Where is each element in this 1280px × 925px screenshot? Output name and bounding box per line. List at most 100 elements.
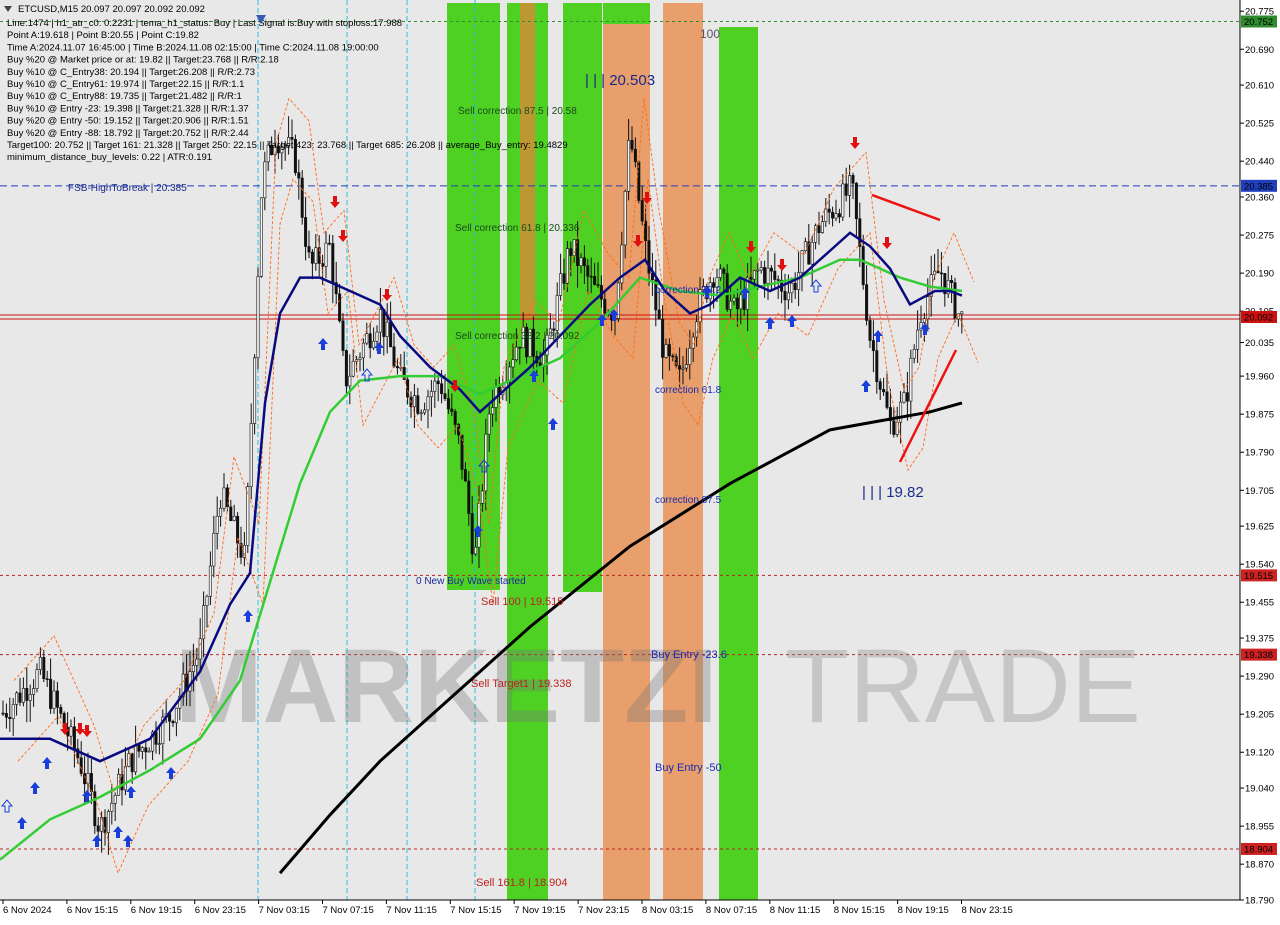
price-tick-label: 19.455 xyxy=(1245,598,1274,609)
candle-body xyxy=(331,243,335,283)
candle-body xyxy=(8,716,12,719)
candle-body xyxy=(865,284,869,321)
info-line-5: Buy %10 @ C_Entry61: 19.974 || Target:22… xyxy=(7,79,244,90)
candle-body xyxy=(38,657,42,670)
buy-entry-236-label: Buy Entry -23.6 xyxy=(651,649,727,661)
candle-body xyxy=(123,766,127,791)
candle-body xyxy=(232,515,236,521)
info-line-3: Buy %20 @ Market price or at: 19.82 || T… xyxy=(7,55,279,66)
candle-body xyxy=(749,277,753,280)
candle-body xyxy=(157,743,161,745)
price-tick-label: 19.960 xyxy=(1245,372,1274,383)
candle-body xyxy=(110,803,114,812)
candle-body xyxy=(171,720,175,724)
candle-body xyxy=(72,726,76,750)
candle-body xyxy=(837,213,841,218)
sell-100-label: Sell 100 | 19.515 xyxy=(481,596,563,608)
price-tick-label: 19.540 xyxy=(1245,560,1274,571)
candle-body xyxy=(664,344,668,358)
price-tick-label: 19.040 xyxy=(1245,784,1274,795)
candle-body xyxy=(310,251,314,264)
candle-body xyxy=(555,295,559,331)
candle-body xyxy=(729,300,733,310)
candle-body xyxy=(480,490,484,504)
candle-body xyxy=(841,183,845,218)
candle-body xyxy=(28,694,32,701)
price-tick-label: 18.790 xyxy=(1245,896,1274,907)
candle-body xyxy=(514,346,518,360)
candle-body xyxy=(440,383,444,394)
price-tick-label: 19.120 xyxy=(1245,748,1274,759)
candle-body xyxy=(688,347,692,365)
candle-body xyxy=(858,218,862,247)
candle-body xyxy=(875,350,879,382)
candle-body xyxy=(35,669,39,689)
candle-body xyxy=(212,532,216,567)
time-tick-label: 6 Nov 15:15 xyxy=(67,905,118,916)
candle-body xyxy=(623,191,627,246)
sell-corr-875-label: Sell correction 87.5 | 20.58 xyxy=(458,106,577,117)
candle-body xyxy=(361,342,365,359)
price-tick-label: 20.440 xyxy=(1245,157,1274,168)
watermark-left: MARKETZI xyxy=(175,628,717,745)
time-tick-label: 8 Nov 03:15 xyxy=(642,905,693,916)
candle-body xyxy=(42,657,46,679)
candle-body xyxy=(55,690,59,708)
price-tag-label: 20.385 xyxy=(1244,181,1273,192)
candle-body xyxy=(667,344,671,357)
candle-body xyxy=(395,366,399,369)
price-tag-label: 19.338 xyxy=(1244,650,1273,661)
candle-body xyxy=(820,221,824,234)
time-tick-label: 7 Nov 23:15 xyxy=(578,905,629,916)
candle-body xyxy=(419,412,423,415)
candle-body xyxy=(518,346,522,349)
price-tick-label: 19.705 xyxy=(1245,486,1274,497)
zone-6 xyxy=(719,27,758,900)
candle-body xyxy=(249,423,253,487)
candle-body xyxy=(834,213,838,219)
candle-body xyxy=(378,309,382,333)
price-tick-label: 19.290 xyxy=(1245,672,1274,683)
candle-body xyxy=(569,248,573,256)
candle-body xyxy=(718,268,722,278)
candle-body xyxy=(916,329,920,350)
price-tick-label: 20.525 xyxy=(1245,119,1274,130)
candle-body xyxy=(253,357,257,424)
candle-body xyxy=(681,367,685,370)
candle-body xyxy=(314,247,318,264)
candle-body xyxy=(147,750,151,753)
candle-body xyxy=(786,292,790,301)
candle-body xyxy=(776,279,780,281)
candle-body xyxy=(25,688,29,701)
time-tick-label: 7 Nov 07:15 xyxy=(323,905,374,916)
price-tick-label: 19.790 xyxy=(1245,448,1274,459)
sell-corr-382-label: Sell correction 38.2 | 20.092 xyxy=(455,331,580,342)
candle-body xyxy=(559,273,563,296)
candle-body xyxy=(960,311,964,314)
time-tick-label: 7 Nov 19:15 xyxy=(514,905,565,916)
candle-body xyxy=(844,183,848,196)
price-tag-label: 20.092 xyxy=(1244,313,1273,324)
info-line-1: Point A:19.618 | Point B:20.55 | Point C… xyxy=(7,30,199,41)
candle-body xyxy=(365,333,369,344)
candle-body xyxy=(300,177,304,218)
candle-body xyxy=(657,309,661,320)
candle-body xyxy=(256,276,260,359)
candle-body xyxy=(810,241,814,265)
price-chart[interactable]: MARKETZI TRADE FSB-HighToBreak | 20.385 … xyxy=(0,0,1280,920)
new-wave-label: 0 New Buy Wave started xyxy=(416,576,526,587)
candle-body xyxy=(589,275,593,278)
candle-body xyxy=(644,220,648,241)
candle-body xyxy=(429,391,433,398)
time-tick-label: 8 Nov 23:15 xyxy=(962,905,1013,916)
candle-body xyxy=(297,172,301,179)
candle-body xyxy=(348,375,352,387)
candle-body xyxy=(198,638,202,660)
symbol-line: ETCUSD,M15 20.097 20.097 20.092 20.092 xyxy=(18,4,205,15)
candle-body xyxy=(358,357,362,360)
candle-body xyxy=(263,161,267,199)
candle-body xyxy=(586,265,590,277)
candle-body xyxy=(596,284,600,286)
candle-body xyxy=(695,321,699,338)
candle-body xyxy=(759,267,763,271)
